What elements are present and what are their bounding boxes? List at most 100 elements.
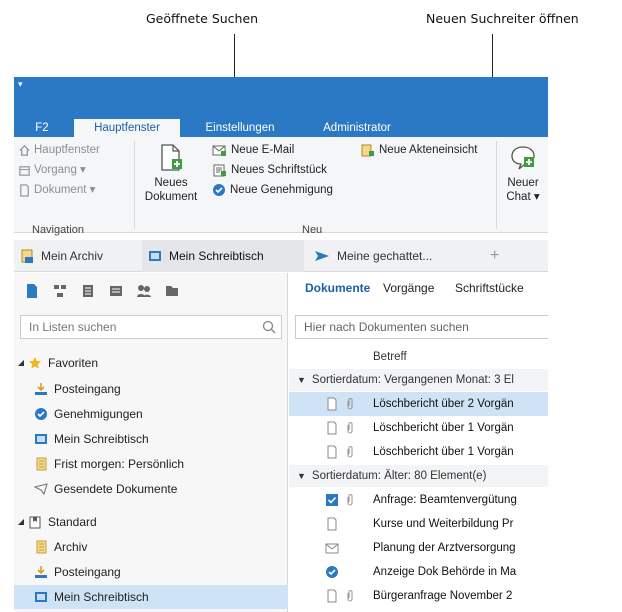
- ribbon: Hauptfenster Vorgang ▾ Dokument ▾ Naviga…: [14, 137, 548, 236]
- tree-item-mein-schreibtisch-standard[interactable]: Mein Schreibtisch: [14, 585, 288, 609]
- new-files-view-label: Neue Akteneinsicht: [379, 144, 478, 156]
- new-email-button[interactable]: Neue E-Mail: [212, 141, 294, 159]
- chat-bubble-icon: [511, 146, 535, 170]
- case-icon: [19, 165, 30, 176]
- row-subject: Löschbericht über 1 Vorgän: [373, 446, 514, 458]
- table-row[interactable]: Löschbericht über 1 Vorgän: [289, 440, 548, 464]
- new-letter-button[interactable]: Neues Schriftstück: [212, 161, 327, 179]
- search-tab-mein-schreibtisch[interactable]: Mein Schreibtisch: [142, 240, 304, 272]
- document-icon: [327, 445, 337, 459]
- star-icon: [29, 357, 41, 369]
- quick-access-icon[interactable]: ▾: [18, 79, 23, 90]
- sent-icon: [34, 483, 48, 496]
- inbox-tool-icon[interactable]: [108, 283, 124, 299]
- tab-f2[interactable]: F2: [22, 119, 62, 137]
- nav-hauptfenster-button[interactable]: Hauptfenster: [18, 141, 100, 159]
- new-approval-button[interactable]: Neue Genehmigung: [212, 181, 333, 199]
- tree-label: Posteingang: [54, 565, 121, 579]
- new-document-button[interactable]: Neues Dokument: [140, 143, 202, 204]
- tab-vorgaenge[interactable]: Vorgänge: [383, 281, 434, 295]
- home-icon: [19, 144, 30, 156]
- group-header-last-month[interactable]: ▼ Sortierdatum: Vergangenen Monat: 3 El: [289, 369, 548, 391]
- expand-triangle-icon[interactable]: ◢: [14, 351, 28, 375]
- tree-item-posteingang-standard[interactable]: Posteingang: [14, 560, 288, 584]
- new-document-label-2: Dokument: [144, 191, 198, 203]
- new-chat-button[interactable]: Neuer Chat ▾: [500, 143, 546, 204]
- nav-hauptfenster-label: Hauptfenster: [34, 144, 100, 156]
- search-tab-label: Meine gechattet...: [337, 249, 433, 263]
- tree-item-posteingang[interactable]: Posteingang: [14, 377, 288, 401]
- add-search-tab-button[interactable]: +: [484, 240, 504, 272]
- table-row[interactable]: Bürgeranfrage November 2: [289, 584, 548, 608]
- new-letter-label: Neues Schriftstück: [231, 164, 327, 176]
- document-icon: [327, 517, 337, 531]
- new-files-view-button[interactable]: Neue Akteneinsicht: [360, 141, 477, 159]
- table-row[interactable]: Planung der Arztversorgung: [289, 536, 548, 560]
- row-subject: Planung der Arztversorgung: [373, 542, 516, 554]
- group-label-navigation: Navigation: [32, 224, 84, 236]
- row-subject: Anzeige Dok Behörde in Ma: [373, 566, 517, 578]
- inbox-upload-icon: [35, 566, 47, 578]
- desk-icon: [35, 434, 47, 444]
- group-header-older[interactable]: ▼ Sortierdatum: Älter: 80 Element(e): [289, 465, 548, 487]
- list-tool-icon[interactable]: [80, 283, 96, 299]
- new-approval-label: Neue Genehmigung: [230, 184, 333, 196]
- tree-item-genehmigungen[interactable]: Genehmigungen: [14, 402, 288, 426]
- collapse-triangle-icon[interactable]: ▼: [297, 375, 306, 385]
- group-separator: [134, 141, 135, 229]
- search-tab-label: Mein Archiv: [41, 249, 104, 263]
- tree-item-gesendete-dokumente[interactable]: Gesendete Dokumente: [14, 477, 288, 501]
- table-row[interactable]: Kurse und Weiterbildung Pr: [289, 512, 548, 536]
- new-document-label-1: Neues: [154, 177, 188, 189]
- nav-vorgang-label: Vorgang ▾: [34, 164, 86, 176]
- table-row[interactable]: Anzeige Dok Behörde in Ma: [289, 560, 548, 584]
- tree-label: Mein Schreibtisch: [54, 590, 149, 604]
- nav-dokument-button[interactable]: Dokument ▾: [18, 181, 95, 199]
- tree-group-standard[interactable]: ◢ Standard: [14, 510, 288, 534]
- tab-hauptfenster[interactable]: Hauptfenster: [74, 119, 180, 137]
- tab-schriftstuecke[interactable]: Schriftstücke: [455, 281, 524, 295]
- desk-icon: [149, 251, 161, 261]
- document-icon: [327, 589, 337, 603]
- inbox-upload-icon: [35, 383, 47, 395]
- tree-item-frist-morgen[interactable]: Frist morgen: Persönlich: [14, 452, 288, 476]
- list-search-input[interactable]: In Listen suchen: [20, 315, 282, 339]
- folder-tool-icon[interactable]: [164, 283, 180, 299]
- document-icon: [20, 183, 29, 197]
- tree-group-favoriten[interactable]: ◢ Favoriten: [14, 351, 288, 375]
- document-search-input[interactable]: Hier nach Dokumenten suchen: [295, 315, 548, 339]
- table-row[interactable]: Löschbericht über 1 Vorgän: [289, 416, 548, 440]
- lists-pane: In Listen suchen ◢ Favoriten Posteingang…: [14, 273, 288, 612]
- paperclip-icon: [347, 422, 353, 434]
- tree-tool-icon[interactable]: [52, 283, 68, 299]
- send-icon: [315, 251, 329, 261]
- tree-label: Posteingang: [54, 382, 121, 396]
- nav-vorgang-button[interactable]: Vorgang ▾: [18, 161, 86, 179]
- new-chat-label-2: Chat ▾: [506, 191, 540, 203]
- group-label-neu: Neu: [302, 224, 323, 236]
- tree-item-mein-schreibtisch[interactable]: Mein Schreibtisch: [14, 427, 288, 451]
- search-icon[interactable]: [262, 320, 276, 334]
- collapse-triangle-icon[interactable]: ▼: [297, 471, 306, 481]
- search-tab-mein-archiv[interactable]: Mein Archiv: [14, 240, 138, 272]
- users-tool-icon[interactable]: [136, 283, 152, 299]
- tab-dokumente[interactable]: Dokumente: [305, 281, 370, 295]
- new-document-tool-icon[interactable]: [24, 283, 40, 299]
- column-header-betreff[interactable]: Betreff: [289, 347, 548, 369]
- tab-einstellungen[interactable]: Einstellungen: [190, 119, 290, 137]
- paperclip-icon: [347, 590, 353, 602]
- bookmark-icon: [29, 516, 41, 529]
- expand-triangle-icon[interactable]: ◢: [14, 510, 28, 534]
- tab-administrator[interactable]: Administrator: [304, 119, 410, 137]
- search-tab-meine-gechattet[interactable]: Meine gechattet...: [308, 240, 472, 272]
- approval-check-icon: [213, 184, 225, 196]
- table-row[interactable]: Anfrage: Beamtenvergütung: [289, 488, 548, 512]
- tree-label: Frist morgen: Persönlich: [54, 457, 185, 471]
- results-pane: Dokumente Vorgänge Schriftstücke Hier na…: [289, 273, 548, 612]
- checked-box-icon: [326, 494, 338, 506]
- tree-label: Favoriten: [48, 356, 99, 370]
- row-subject: Anfrage: Beamtenvergütung: [373, 494, 517, 506]
- approval-check-icon: [35, 408, 47, 420]
- tree-item-archiv[interactable]: Archiv: [14, 535, 288, 559]
- table-row[interactable]: Löschbericht über 2 Vorgän: [289, 392, 548, 416]
